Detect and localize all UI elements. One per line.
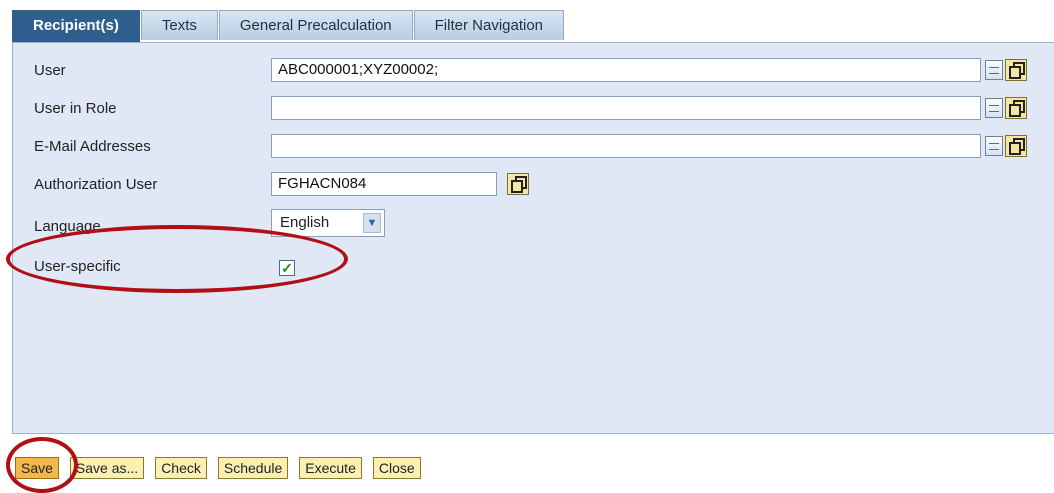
authorization-user-input[interactable]: FGHACN084	[271, 172, 497, 196]
language-label: Language	[34, 218, 101, 235]
user-in-role-row: User in Role	[13, 96, 1054, 122]
user-specific-row: User-specific ✓	[13, 258, 1054, 284]
value-help-icon[interactable]	[1005, 59, 1027, 81]
value-help-icon[interactable]	[507, 173, 529, 195]
user-in-role-input[interactable]	[271, 96, 981, 120]
save-button[interactable]: Save	[15, 457, 59, 479]
user-input[interactable]: ABC000001;XYZ00002;	[271, 58, 981, 82]
value-help-icon[interactable]	[1005, 135, 1027, 157]
close-button[interactable]: Close	[372, 457, 421, 479]
multi-select-icon[interactable]	[985, 60, 1003, 80]
execute-button[interactable]: Execute	[299, 457, 362, 479]
value-help-icon[interactable]	[1005, 97, 1027, 119]
user-in-role-label: User in Role	[34, 100, 117, 117]
email-addresses-input[interactable]	[271, 134, 981, 158]
user-specific-label: User-specific	[34, 258, 121, 275]
authorization-user-label: Authorization User	[34, 176, 158, 193]
check-button[interactable]: Check	[155, 457, 207, 479]
language-select[interactable]: English ▼	[271, 209, 385, 237]
user-row: User ABC000001;XYZ00002;	[13, 58, 1054, 84]
tab-texts[interactable]: Texts	[140, 10, 218, 40]
tab-strip: Recipient(s) Texts General Precalculatio…	[12, 10, 565, 42]
user-specific-checkbox[interactable]: ✓	[279, 260, 295, 276]
tab-general-precalculation[interactable]: General Precalculation	[218, 10, 413, 40]
multi-select-icon[interactable]	[985, 98, 1003, 118]
recipients-panel: User ABC000001;XYZ00002; User in Role E-…	[12, 42, 1054, 434]
language-row: Language English ▼	[13, 209, 1054, 237]
email-addresses-label: E-Mail Addresses	[34, 138, 151, 155]
save-as-button[interactable]: Save as...	[69, 457, 145, 479]
user-label: User	[34, 62, 66, 79]
tab-recipients[interactable]: Recipient(s)	[12, 10, 140, 42]
chevron-down-icon: ▼	[363, 213, 381, 233]
multi-select-icon[interactable]	[985, 136, 1003, 156]
action-buttons: Save Save as... Check Schedule Execute C…	[15, 457, 421, 479]
schedule-button[interactable]: Schedule	[217, 457, 289, 479]
email-addresses-row: E-Mail Addresses	[13, 134, 1054, 160]
language-value: English	[280, 214, 330, 231]
authorization-user-row: Authorization User FGHACN084	[13, 172, 1054, 198]
tab-filter-navigation[interactable]: Filter Navigation	[413, 10, 565, 40]
